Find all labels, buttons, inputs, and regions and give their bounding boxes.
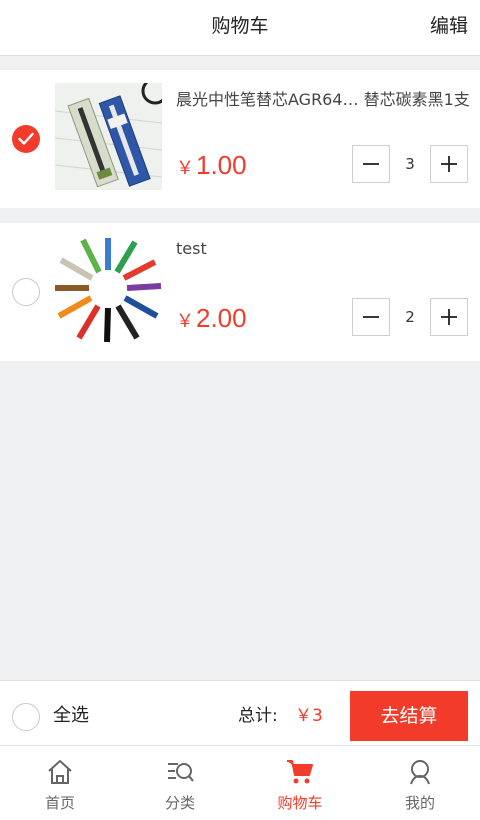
colored-pencils-image	[55, 236, 162, 343]
tab-label: 我的	[404, 794, 435, 812]
quantity-value[interactable]: 2	[390, 298, 430, 336]
plus-icon	[441, 156, 457, 172]
tab-home[interactable]: 首页	[0, 746, 120, 820]
tab-profile[interactable]: 我的	[360, 746, 480, 820]
total-amount: ￥3	[295, 706, 323, 726]
cart-list: 晨光中性笔替芯AGR64… 替芯碳素黑1支 ￥1.00 3 test ￥2.00…	[0, 70, 480, 376]
product-price: ￥1.00	[176, 150, 247, 181]
minus-icon	[363, 316, 379, 318]
cart-icon	[287, 760, 313, 784]
quantity-value[interactable]: 3	[390, 145, 430, 183]
tab-label: 分类	[164, 794, 195, 812]
page-title: 购物车	[211, 15, 269, 37]
cart-item: test ￥2.00 2	[0, 223, 480, 361]
checkout-button[interactable]: 去结算	[350, 691, 468, 741]
increase-quantity-button[interactable]	[430, 298, 468, 336]
decrease-quantity-button[interactable]	[352, 145, 390, 183]
quantity-stepper: 3	[352, 145, 468, 183]
minus-icon	[363, 163, 379, 165]
tab-cart[interactable]: 购物车	[240, 746, 360, 820]
bottom-tab-bar: 首页 分类 购物车 我的	[0, 746, 480, 820]
price-value: 2.00	[196, 303, 247, 333]
cart-item: 晨光中性笔替芯AGR64… 替芯碳素黑1支 ￥1.00 3	[0, 70, 480, 208]
item-checkbox-checked[interactable]	[12, 125, 40, 153]
product-name[interactable]: 晨光中性笔替芯AGR64… 替芯碳素黑1支	[176, 86, 471, 110]
price-value: 1.00	[196, 150, 247, 180]
total-label: 总计:	[238, 706, 278, 726]
decrease-quantity-button[interactable]	[352, 298, 390, 336]
category-search-icon	[168, 763, 194, 782]
profile-icon	[410, 760, 430, 785]
home-icon	[48, 760, 72, 784]
quantity-stepper: 2	[352, 298, 468, 336]
product-price: ￥2.00	[176, 303, 247, 334]
tab-label: 首页	[44, 794, 75, 812]
tab-category[interactable]: 分类	[120, 746, 240, 820]
currency-symbol: ￥	[176, 158, 194, 178]
product-image[interactable]	[55, 83, 162, 190]
edit-button[interactable]: 编辑	[430, 0, 468, 56]
increase-quantity-button[interactable]	[430, 145, 468, 183]
checkmark-icon	[18, 132, 34, 145]
pen-refill-image	[55, 83, 162, 190]
product-image[interactable]	[55, 236, 162, 343]
select-all-checkbox[interactable]	[12, 703, 40, 731]
item-checkbox-unchecked[interactable]	[12, 278, 40, 306]
currency-symbol: ￥	[176, 311, 194, 331]
checkout-bar: 全选 总计: ￥3 去结算	[0, 680, 480, 746]
header-bar: 购物车 编辑	[0, 0, 480, 56]
tab-label: 购物车	[277, 794, 323, 812]
select-all-label[interactable]: 全选	[53, 681, 89, 747]
product-name[interactable]: test	[176, 239, 471, 258]
plus-icon	[441, 309, 457, 325]
